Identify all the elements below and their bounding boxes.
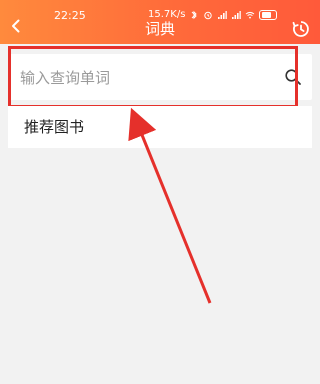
history-icon[interactable] [290,18,312,40]
highlight-box [8,46,298,108]
signal-icon-2 [232,11,242,19]
app-header: 22:25 15.7K/s 词典 [0,0,320,44]
recommend-books-row[interactable]: 推荐图书 [8,106,312,148]
bluetooth-icon [192,10,198,20]
recommend-books-label: 推荐图书 [24,118,85,136]
page-title: 词典 [144,20,175,38]
wifi-icon [246,11,255,19]
alarm-icon [204,11,213,20]
battery-icon [259,10,278,20]
signal-icon [218,11,228,19]
